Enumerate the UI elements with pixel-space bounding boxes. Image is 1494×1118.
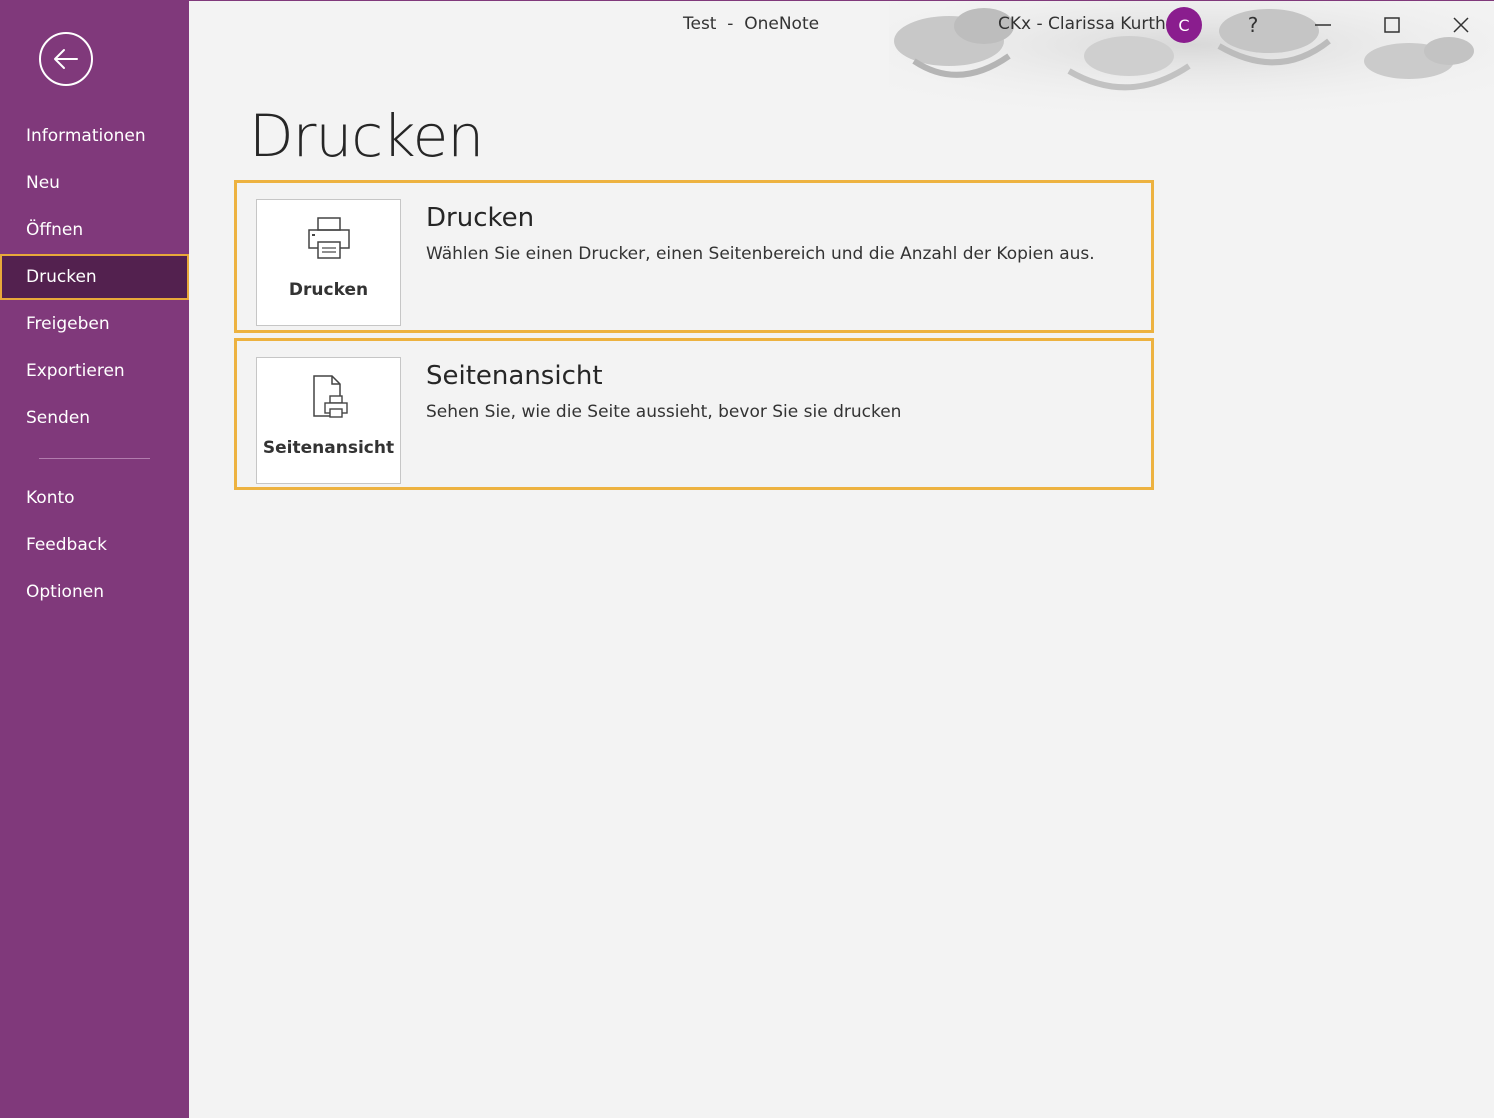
nav-item-informationen[interactable]: Informationen — [0, 113, 189, 159]
option-heading: Drucken — [426, 203, 535, 233]
nav-item-label: Feedback — [26, 535, 107, 555]
nav-item-label: Informationen — [26, 126, 146, 146]
minimize-icon — [1315, 24, 1331, 26]
print-preview-icon — [312, 375, 348, 418]
page-title: Drucken — [249, 102, 484, 170]
minimize-button[interactable] — [1300, 5, 1346, 45]
arrow-left-icon — [54, 49, 78, 69]
maximize-icon — [1384, 17, 1400, 33]
print-option-card[interactable]: Drucken Drucken Wählen Sie einen Drucker… — [234, 180, 1154, 333]
nav-item-label: Drucken — [26, 267, 97, 287]
close-icon — [1453, 17, 1469, 33]
nav-item-label: Öffnen — [26, 220, 84, 240]
print-preview-tile-button[interactable]: Seitenansicht — [256, 357, 401, 484]
printer-icon — [307, 217, 350, 259]
nav-item-konto[interactable]: Konto — [0, 475, 189, 521]
avatar[interactable]: C — [1166, 7, 1202, 43]
close-button[interactable] — [1438, 5, 1484, 45]
back-button[interactable] — [39, 32, 93, 86]
nav-item-drucken[interactable]: Drucken — [0, 254, 189, 300]
maximize-button[interactable] — [1369, 5, 1415, 45]
title-bar: Test - OneNote CKx - Clarissa Kurth C ? — [189, 0, 1494, 111]
nav-item-oeffnen[interactable]: Öffnen — [0, 207, 189, 253]
window-title: Test - OneNote — [683, 14, 820, 34]
option-description: Sehen Sie, wie die Seite aussieht, bevor… — [426, 402, 902, 422]
option-heading: Seitenansicht — [426, 361, 603, 391]
nav-item-label: Freigeben — [26, 314, 110, 334]
nav-item-neu[interactable]: Neu — [0, 160, 189, 206]
nav-item-senden[interactable]: Senden — [0, 395, 189, 441]
user-name[interactable]: CKx - Clarissa Kurth — [998, 14, 1166, 34]
print-preview-option-card[interactable]: Seitenansicht Seitenansicht Sehen Sie, w… — [234, 338, 1154, 490]
option-description: Wählen Sie einen Drucker, einen Seitenbe… — [426, 244, 1095, 264]
tile-label: Seitenansicht — [262, 438, 395, 458]
backstage-sidebar: Informationen Neu Öffnen Drucken Freigeb… — [0, 0, 189, 1118]
help-button[interactable]: ? — [1230, 5, 1276, 45]
nav-item-label: Senden — [26, 408, 91, 428]
nav-item-feedback[interactable]: Feedback — [0, 522, 189, 568]
nav-item-freigeben[interactable]: Freigeben — [0, 301, 189, 347]
nav-divider — [39, 458, 150, 459]
nav-item-label: Konto — [26, 488, 75, 508]
nav-item-label: Neu — [26, 173, 60, 193]
nav-item-optionen[interactable]: Optionen — [0, 569, 189, 615]
print-tile-button[interactable]: Drucken — [256, 199, 401, 326]
nav-item-label: Optionen — [26, 582, 104, 602]
nav-item-exportieren[interactable]: Exportieren — [0, 348, 189, 394]
help-icon: ? — [1247, 13, 1259, 37]
tile-label: Drucken — [288, 280, 369, 300]
nav-item-label: Exportieren — [26, 361, 125, 381]
